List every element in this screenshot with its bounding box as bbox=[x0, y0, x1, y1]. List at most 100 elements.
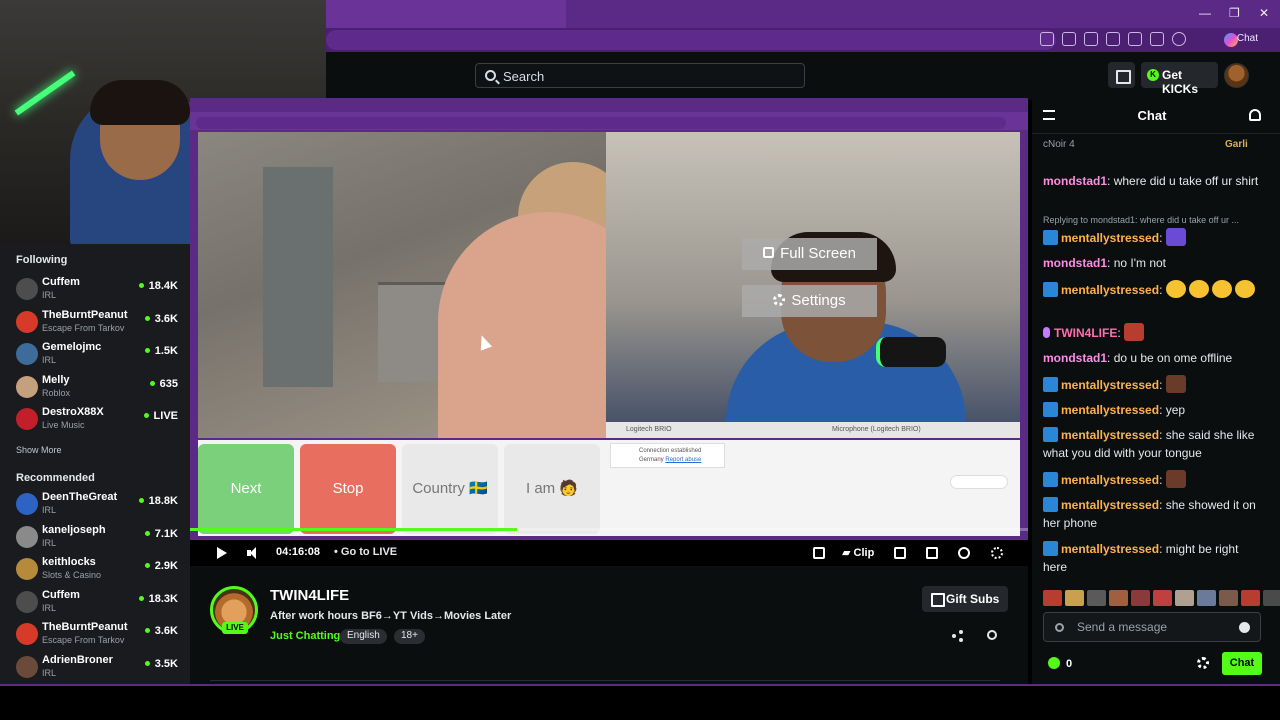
kick-badge-icon bbox=[1043, 230, 1058, 245]
streamer-hair bbox=[90, 80, 190, 125]
emote-thumbnail[interactable] bbox=[1043, 590, 1062, 606]
i-am-button[interactable]: I am 🧑 bbox=[504, 444, 600, 534]
channel-category: IRL bbox=[42, 505, 57, 515]
sidebar-channel[interactable]: Melly Roblox 635 bbox=[16, 374, 182, 404]
copilot-chat-label[interactable]: Chat bbox=[1237, 33, 1258, 44]
chat-username[interactable]: mentallystressed bbox=[1061, 403, 1159, 417]
user-avatar[interactable] bbox=[1224, 63, 1249, 88]
settings-button[interactable]: Settings bbox=[742, 285, 877, 317]
sidebar-channel[interactable]: keithlocks Slots & Casino 2.9K bbox=[16, 556, 182, 586]
collections-icon[interactable] bbox=[1150, 32, 1164, 46]
show-more-link[interactable]: Show More bbox=[16, 445, 62, 455]
tag-mature[interactable]: 18+ bbox=[394, 629, 425, 644]
zoom-icon[interactable] bbox=[1040, 32, 1054, 46]
player-settings-icon[interactable] bbox=[991, 547, 1003, 559]
go-to-live-button[interactable]: • Go to LIVE bbox=[334, 546, 397, 558]
channel-category: IRL bbox=[42, 602, 57, 613]
stream-category[interactable]: Just Chatting bbox=[270, 630, 340, 642]
tag-language[interactable]: English bbox=[340, 629, 387, 644]
reader-icon[interactable] bbox=[1062, 32, 1076, 46]
sidebar-channel[interactable]: Cuffem IRL 18.4K bbox=[16, 276, 182, 306]
kicks-icon bbox=[1048, 657, 1060, 669]
kicks-balance[interactable]: 0 bbox=[1048, 657, 1072, 670]
emote-thumbnail[interactable] bbox=[1219, 590, 1238, 606]
maximize-icon[interactable]: ❐ bbox=[1229, 6, 1240, 20]
emote-thumbnail[interactable] bbox=[1109, 590, 1128, 606]
chat-message: mentallystressed: bbox=[1043, 280, 1263, 299]
chat-username[interactable]: mentallystressed bbox=[1061, 378, 1159, 392]
favorite-icon[interactable] bbox=[1084, 32, 1098, 46]
stranger-video bbox=[198, 132, 606, 438]
emote-thumbnail[interactable] bbox=[1153, 590, 1172, 606]
chat-username[interactable]: mentallystressed bbox=[1061, 498, 1159, 512]
follow-user-icon[interactable] bbox=[987, 630, 997, 640]
kick-badge-icon bbox=[1043, 497, 1058, 512]
quality-icon[interactable] bbox=[958, 547, 970, 559]
emote-thumbnail[interactable] bbox=[1065, 590, 1084, 606]
channel-avatar bbox=[16, 525, 38, 548]
chat-text: no I'm not bbox=[1113, 256, 1167, 270]
get-kicks-button[interactable]: K Get KICKs bbox=[1141, 62, 1218, 96]
clip-button[interactable]: ▰ Clip bbox=[842, 546, 874, 559]
theater-mode-icon[interactable] bbox=[894, 547, 906, 559]
emote-thumbnail[interactable] bbox=[1263, 590, 1280, 606]
streamer-name[interactable]: TWIN4LIFE bbox=[270, 587, 349, 604]
chat-message: mondstad1: where did u take off ur shirt bbox=[1043, 174, 1259, 188]
browser-tab[interactable] bbox=[326, 0, 566, 28]
sidebar-channel[interactable]: DestroX88X Live Music LIVE bbox=[16, 406, 182, 436]
camera-select[interactable]: Logitech BRIO bbox=[626, 426, 672, 433]
chat-emote bbox=[1165, 280, 1186, 298]
chat-username[interactable]: mentallystressed bbox=[1061, 542, 1159, 556]
emote-picker-icon[interactable] bbox=[1055, 623, 1064, 632]
sidebar-channel[interactable]: DeenTheGreat IRL 18.8K bbox=[16, 491, 182, 521]
country-button[interactable]: Country 🇸🇪 bbox=[402, 444, 498, 534]
full-screen-button[interactable]: Full Screen bbox=[742, 238, 877, 270]
fullscreen-toggle-icon[interactable] bbox=[926, 547, 938, 559]
emote-thumbnail[interactable] bbox=[1197, 590, 1216, 606]
address-bar[interactable] bbox=[326, 30, 1056, 50]
chat-username[interactable]: mondstad1 bbox=[1043, 174, 1107, 188]
miniplayer-icon[interactable] bbox=[813, 547, 825, 559]
smiley-icon[interactable] bbox=[1239, 622, 1250, 633]
chat-username[interactable]: TWIN4LIFE bbox=[1054, 326, 1117, 340]
chat-send-button[interactable]: Chat bbox=[1222, 652, 1262, 675]
chat-username[interactable]: mentallystressed bbox=[1061, 231, 1159, 245]
gift-subs-button[interactable]: Gift Subs bbox=[922, 586, 1008, 612]
channel-category: IRL bbox=[42, 667, 57, 678]
emote-thumbnail[interactable] bbox=[1241, 590, 1260, 606]
more-icon[interactable] bbox=[1194, 32, 1208, 46]
stop-button[interactable]: Stop bbox=[300, 444, 396, 534]
next-button[interactable]: Next bbox=[198, 444, 294, 534]
chat-username[interactable]: mentallystressed bbox=[1061, 428, 1159, 442]
sidebar-channel[interactable]: TheBurntPeanut Escape From Tarkov 3.6K bbox=[16, 309, 182, 339]
sidebar-channel[interactable]: TheBurntPeanut Escape From Tarkov 3.6K bbox=[16, 621, 182, 651]
search-input[interactable]: Search bbox=[475, 63, 805, 88]
browse-icon[interactable] bbox=[1108, 62, 1135, 88]
extension-icon[interactable] bbox=[1106, 32, 1120, 46]
device-selectors: Logitech BRIO Microphone (Logitech BRIO) bbox=[606, 422, 1020, 438]
minimize-icon[interactable]: — bbox=[1199, 6, 1211, 20]
share-icon[interactable] bbox=[952, 630, 963, 641]
chat-input[interactable]: Send a message bbox=[1043, 612, 1261, 642]
sidebar-channel[interactable]: Cuffem IRL 18.3K bbox=[16, 589, 182, 619]
sidebar-channel[interactable]: Gemelojmc IRL 1.5K bbox=[16, 341, 182, 371]
profile-icon[interactable] bbox=[1172, 32, 1186, 46]
favorites-icon[interactable] bbox=[1128, 32, 1142, 46]
chat-users-icon[interactable] bbox=[1249, 109, 1261, 121]
emote-thumbnail[interactable] bbox=[1087, 590, 1106, 606]
chat-username[interactable]: mondstad1 bbox=[1043, 351, 1107, 365]
emote-thumbnail[interactable] bbox=[1175, 590, 1194, 606]
play-icon[interactable] bbox=[217, 547, 227, 559]
report-abuse-link[interactable]: Report abuse bbox=[665, 457, 701, 463]
microphone-select[interactable]: Microphone (Logitech BRIO) bbox=[832, 426, 921, 433]
sidebar-channel[interactable]: kaneljoseph IRL 7.1K bbox=[16, 524, 182, 554]
chat-username[interactable]: mentallystressed bbox=[1061, 283, 1159, 297]
volume-icon[interactable] bbox=[247, 547, 259, 559]
sidebar-channel[interactable]: AdrienBroner IRL 3.5K bbox=[16, 654, 182, 684]
emote-thumbnail[interactable] bbox=[1131, 590, 1150, 606]
close-icon[interactable]: ✕ bbox=[1259, 6, 1269, 20]
pinned-gifter: cNoir 4 bbox=[1043, 139, 1075, 150]
chat-username[interactable]: mondstad1 bbox=[1043, 256, 1107, 270]
chat-username[interactable]: mentallystressed bbox=[1061, 473, 1159, 487]
chat-settings-icon[interactable] bbox=[1197, 657, 1209, 669]
